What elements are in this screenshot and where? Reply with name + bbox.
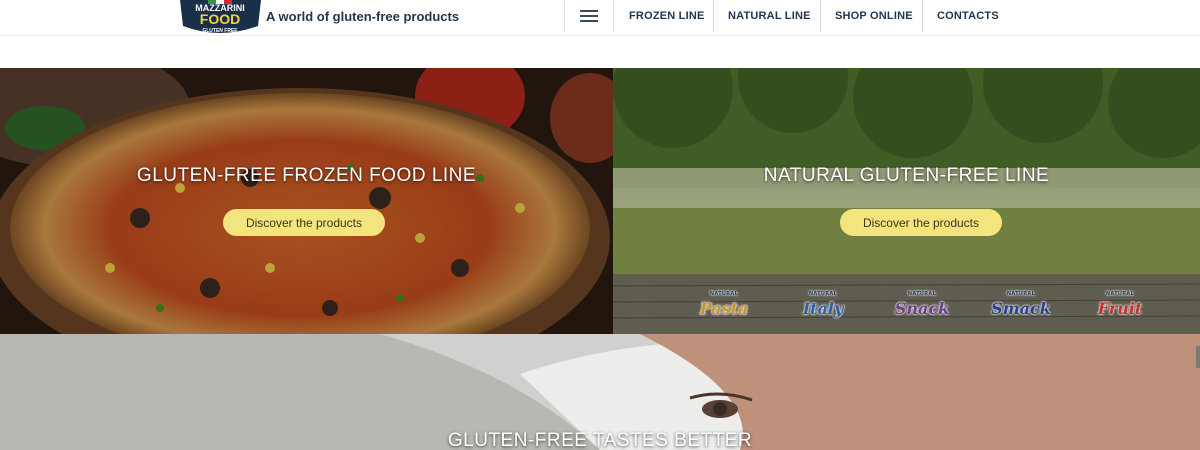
- badge-natural-label: NATURAL: [808, 291, 838, 297]
- nav-shop-online[interactable]: SHOP ONLINE: [820, 0, 927, 32]
- badge-natural-label: NATURAL: [1105, 291, 1135, 297]
- natural-pasta-badge[interactable]: NATURAL Pasta: [686, 291, 762, 320]
- site-tagline: A world of gluten-free products: [266, 9, 460, 24]
- badge-natural-label: NATURAL: [907, 291, 937, 297]
- badge-word: Fruit: [1097, 298, 1143, 318]
- nav-contacts[interactable]: CONTACTS: [922, 0, 1013, 32]
- badge-word: Snack: [894, 298, 950, 318]
- site-header: MAZZARINI FOOD GLUTEN FREE A world of gl…: [0, 0, 1200, 36]
- side-scroll-tab[interactable]: [1196, 346, 1200, 368]
- nav-natural-line[interactable]: NATURAL LINE: [713, 0, 825, 32]
- natural-italy-badge[interactable]: NATURAL Italy: [785, 291, 861, 320]
- chef-banner-panel: GLUTEN-FREE TASTES BETTER: [0, 334, 1200, 450]
- hamburger-icon: [580, 10, 598, 22]
- frozen-line-title: GLUTEN-FREE FROZEN FOOD LINE: [136, 165, 477, 186]
- natural-discover-products-button[interactable]: Discover the products: [840, 209, 1002, 236]
- badge-natural-label: NATURAL: [1006, 291, 1036, 297]
- nav-frozen-line[interactable]: FROZEN LINE: [615, 0, 719, 32]
- natural-line-title: NATURAL GLUTEN-FREE LINE: [763, 165, 1050, 186]
- logo-line3: GLUTEN FREE: [202, 28, 238, 34]
- pizza-image: [0, 68, 613, 334]
- bottom-banner-title: GLUTEN-FREE TASTES BETTER: [447, 430, 753, 450]
- frozen-discover-products-button[interactable]: Discover the products: [223, 209, 385, 236]
- frozen-line-panel[interactable]: GLUTEN-FREE FROZEN FOOD LINE Discover th…: [0, 68, 613, 334]
- logo-line2: FOOD: [200, 11, 240, 27]
- natural-snack-badge[interactable]: NATURAL Snack: [884, 291, 960, 320]
- mazzarini-food-logo[interactable]: MAZZARINI FOOD GLUTEN FREE: [178, 0, 263, 36]
- badge-word: Smack: [991, 298, 1051, 318]
- natural-fruit-badge[interactable]: NATURAL Fruit: [1082, 291, 1158, 320]
- badge-word: Pasta: [699, 298, 749, 318]
- badge-word: Italy: [802, 298, 844, 318]
- badge-natural-label: NATURAL: [709, 291, 739, 297]
- natural-smack-badge[interactable]: NATURAL Smack: [983, 291, 1059, 320]
- hamburger-menu-button[interactable]: [564, 0, 614, 32]
